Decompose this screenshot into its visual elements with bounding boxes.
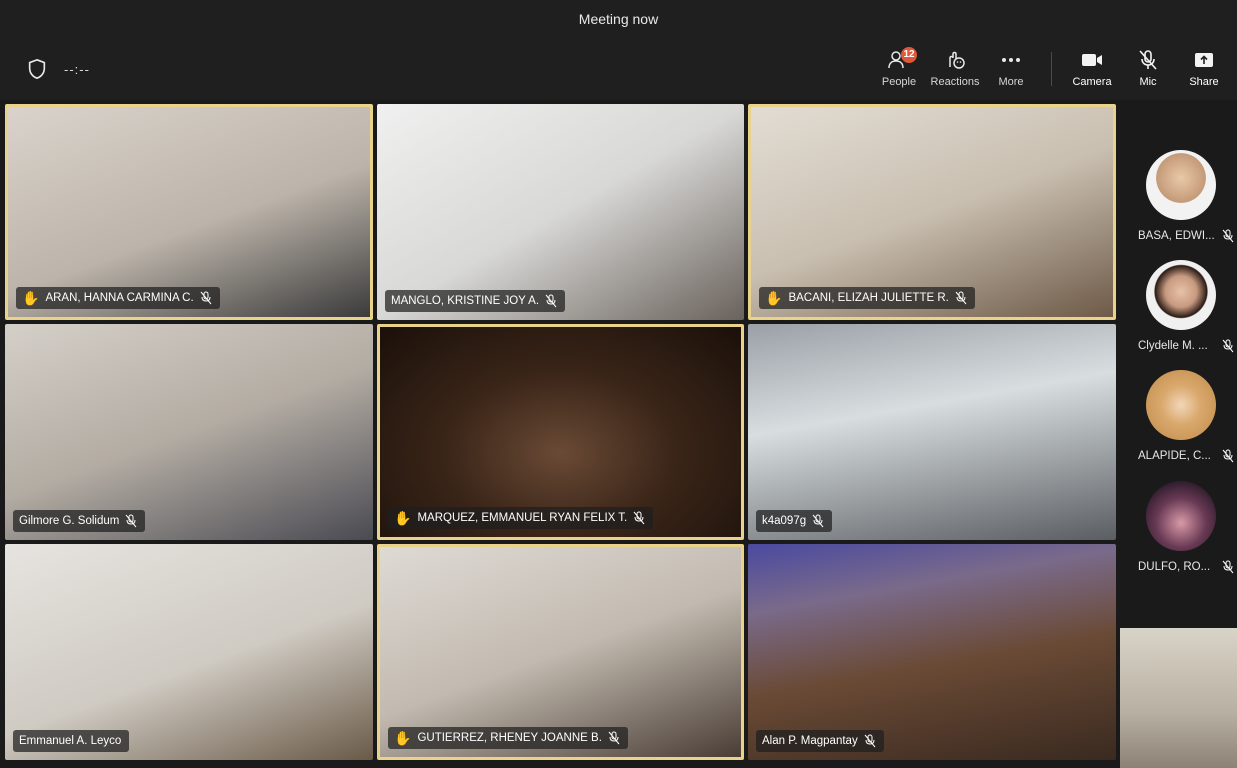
- reactions-label: Reactions: [930, 76, 980, 88]
- video-tile[interactable]: ✋ MARQUEZ, EMMANUEL RYAN FELIX T.: [377, 324, 744, 540]
- raised-hand-icon: ✋: [765, 290, 783, 306]
- participant-nametag: k4a097g: [756, 510, 833, 532]
- toolbar-divider: [1051, 52, 1052, 86]
- participant-name: k4a097g: [762, 515, 807, 527]
- title-bar: Meeting now: [0, 0, 1237, 38]
- participant-nametag: Emmanuel A. Leyco: [13, 730, 130, 752]
- share-label: Share: [1189, 76, 1219, 88]
- raised-hand-icon: ✋: [22, 290, 40, 306]
- video-tile[interactable]: MANGLO, KRISTINE JOY A.: [377, 104, 744, 320]
- more-button[interactable]: More: [983, 50, 1039, 96]
- avatar: [1145, 150, 1216, 220]
- video-feed: [8, 107, 370, 317]
- people-count-badge: 12: [901, 47, 917, 63]
- participant-nametag: Alan P. Magpantay: [756, 730, 884, 752]
- meeting-timer: --:--: [64, 62, 90, 77]
- people-label: People: [881, 76, 917, 88]
- mic-off-icon: [608, 731, 620, 745]
- shield-icon[interactable]: [26, 58, 48, 80]
- mic-off-icon: [125, 514, 137, 528]
- video-tile[interactable]: k4a097g: [748, 324, 1116, 540]
- participant-name: ARAN, HANNA CARMINA C.: [45, 292, 194, 304]
- video-tile[interactable]: Alan P. Magpantay: [748, 544, 1116, 760]
- video-feed: [380, 547, 741, 757]
- participant-name: Alan P. Magpantay: [762, 735, 858, 747]
- participant-name: MANGLO, KRISTINE JOY A.: [391, 295, 540, 307]
- mic-off-icon: [1222, 560, 1234, 574]
- video-tile[interactable]: Emmanuel A. Leyco: [5, 544, 373, 760]
- participant-name: GUTIERREZ, RHENEY JOANNE B.: [417, 732, 602, 744]
- meeting-title: Meeting now: [578, 11, 659, 27]
- more-label: More: [998, 76, 1024, 88]
- mic-label: Mic: [1139, 76, 1157, 88]
- avatar: [1145, 370, 1216, 440]
- participant-name: MARQUEZ, EMMANUEL RYAN FELIX T.: [417, 512, 628, 524]
- video-feed: [748, 544, 1116, 760]
- mic-off-icon: [864, 734, 876, 748]
- participant-name: Clydelle M. ...: [1138, 340, 1208, 352]
- mic-off-icon: [633, 511, 645, 525]
- participant-name: DULFO, RO...: [1138, 561, 1211, 573]
- self-view-video[interactable]: [1120, 628, 1237, 768]
- video-feed: [377, 104, 744, 320]
- more-icon: [1002, 58, 1020, 62]
- people-button[interactable]: 12 People: [871, 47, 927, 96]
- video-feed: [5, 544, 373, 760]
- share-button[interactable]: Share: [1176, 50, 1232, 96]
- mic-off-icon: [955, 291, 967, 305]
- mic-off-icon: [812, 514, 824, 528]
- avatar: [1145, 481, 1216, 551]
- participant-nametag: ✋ ARAN, HANNA CARMINA C.: [16, 287, 220, 309]
- participant-nametag: ✋ GUTIERREZ, RHENEY JOANNE B.: [388, 727, 628, 749]
- camera-icon: [1082, 54, 1102, 66]
- mic-off-icon: [1222, 449, 1234, 463]
- participant-name: BASA, EDWI...: [1138, 230, 1215, 242]
- sidebar-participant[interactable]: ALAPIDE, C...: [1124, 370, 1237, 470]
- mic-off-icon: [545, 294, 557, 308]
- video-feed: [380, 327, 741, 537]
- avatar: [1145, 260, 1216, 330]
- video-feed: [748, 324, 1116, 540]
- participant-nametag: Gilmore G. Solidum: [13, 510, 146, 532]
- sidebar-participant[interactable]: Clydelle M. ...: [1124, 260, 1237, 360]
- mic-button[interactable]: Mic: [1120, 50, 1176, 96]
- participant-name: BACANI, ELIZAH JULIETTE R.: [788, 292, 949, 304]
- mic-off-icon: [1222, 339, 1234, 353]
- meeting-toolbar: --:-- 12 People Reactions More Camera Mi…: [0, 38, 1237, 100]
- participant-nametag: ✋ MARQUEZ, EMMANUEL RYAN FELIX T.: [388, 507, 654, 529]
- video-tile[interactable]: ✋ ARAN, HANNA CARMINA C.: [5, 104, 373, 320]
- camera-label: Camera: [1072, 76, 1112, 88]
- reactions-button[interactable]: Reactions: [927, 50, 983, 96]
- participant-name: Gilmore G. Solidum: [19, 515, 120, 527]
- mic-off-icon: [1222, 229, 1234, 243]
- share-icon: [1195, 53, 1213, 67]
- video-tile[interactable]: Gilmore G. Solidum: [5, 324, 373, 540]
- sidebar-participant[interactable]: BASA, EDWI...: [1124, 150, 1237, 250]
- participant-nametag: ✋ BACANI, ELIZAH JULIETTE R.: [759, 287, 975, 309]
- participant-name: Emmanuel A. Leyco: [19, 735, 122, 747]
- mic-off-icon: [1139, 50, 1157, 70]
- reactions-icon: [949, 51, 965, 69]
- video-feed: [5, 324, 373, 540]
- mic-off-icon: [200, 291, 212, 305]
- participant-name: ALAPIDE, C...: [1138, 450, 1211, 462]
- video-tile[interactable]: ✋ BACANI, ELIZAH JULIETTE R.: [748, 104, 1116, 320]
- sidebar-participant[interactable]: DULFO, RO...: [1124, 481, 1237, 581]
- video-feed: [751, 107, 1113, 317]
- participant-nametag: MANGLO, KRISTINE JOY A.: [385, 290, 566, 312]
- camera-button[interactable]: Camera: [1064, 50, 1120, 96]
- raised-hand-icon: ✋: [394, 510, 412, 526]
- video-tile[interactable]: ✋ GUTIERREZ, RHENEY JOANNE B.: [377, 544, 744, 760]
- raised-hand-icon: ✋: [394, 730, 412, 746]
